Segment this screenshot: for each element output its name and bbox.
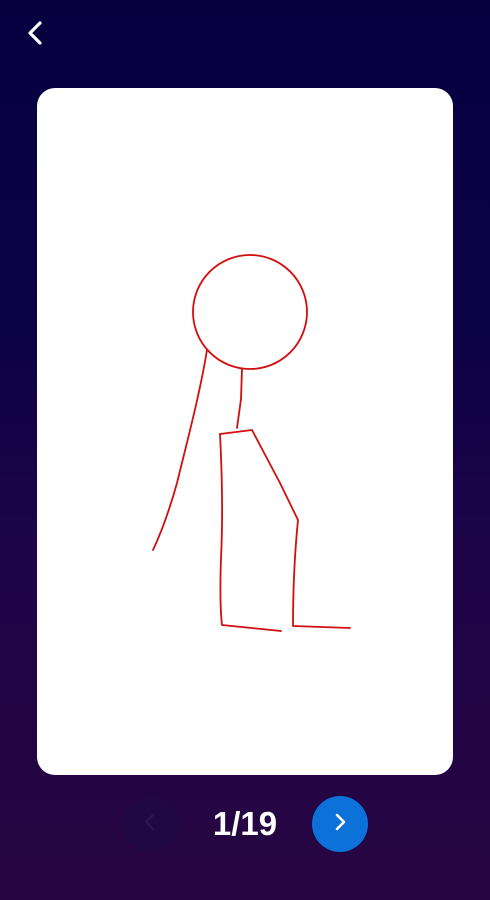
chevron-left-icon: [140, 810, 160, 838]
stick-figure-drawing: [152, 254, 351, 632]
figure-body: [219, 429, 351, 629]
chevron-left-icon: [24, 19, 46, 51]
next-button[interactable]: [312, 796, 368, 852]
chevron-right-icon: [330, 810, 350, 838]
page-counter: 1/19: [212, 805, 278, 842]
pager: 1/19: [0, 795, 490, 853]
figure-neck: [236, 368, 243, 429]
previous-button[interactable]: [122, 796, 178, 852]
drawing-card: [37, 88, 453, 775]
back-button[interactable]: [14, 14, 56, 56]
figure-head: [192, 254, 308, 370]
figure-arm: [152, 349, 208, 551]
figure-leg: [219, 433, 282, 632]
